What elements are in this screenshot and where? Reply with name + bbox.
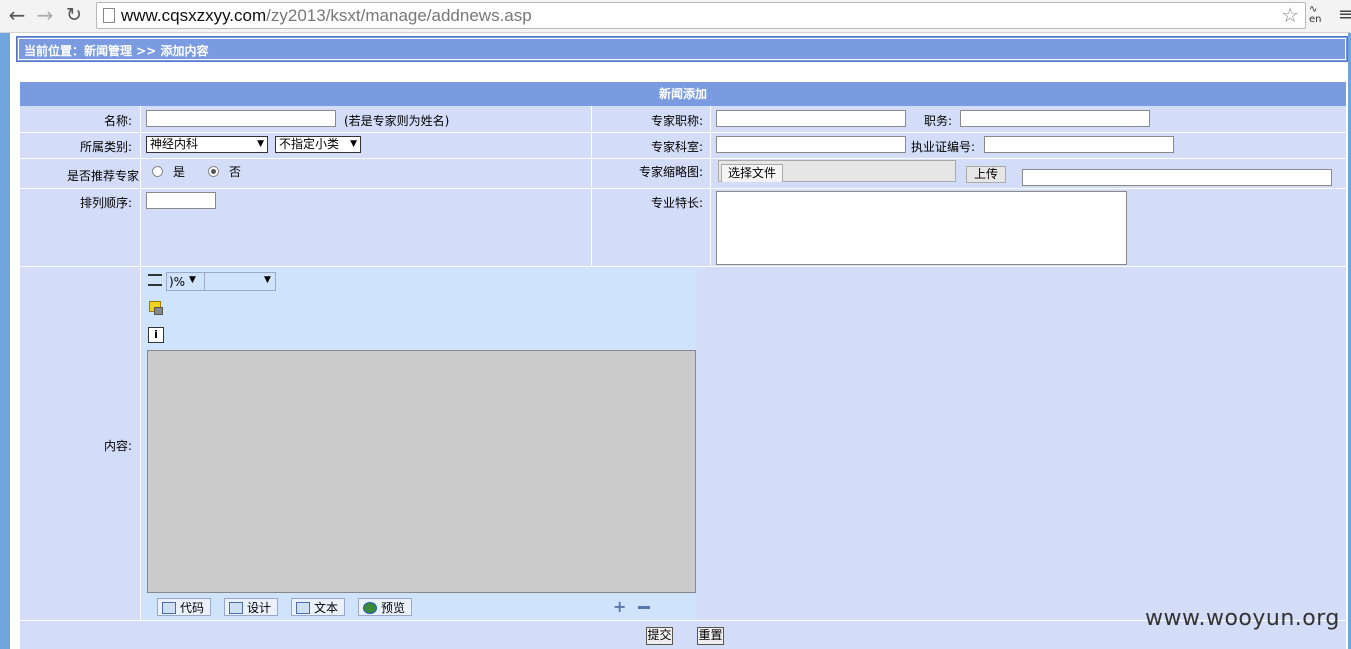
name-input[interactable] — [146, 110, 336, 127]
breadcrumb-text: 当前位置：新闻管理 >> 添加内容 — [24, 44, 209, 58]
tab-code-label: 代码 — [180, 601, 205, 615]
expert-dept-label: 专家科室: — [650, 140, 703, 154]
duty-label: 职务: — [924, 114, 953, 128]
left-frame-bar — [0, 33, 10, 649]
watermark: www.wooyun.org — [1145, 606, 1340, 631]
recommend-no-radio[interactable] — [208, 166, 219, 177]
row-divider — [20, 132, 1346, 133]
page-icon — [103, 8, 115, 23]
info-icon[interactable]: i — [148, 327, 164, 343]
breadcrumb: 当前位置：新闻管理 >> 添加内容 — [16, 36, 1348, 62]
file-input[interactable]: 选择文件 — [718, 160, 956, 182]
divider — [204, 273, 205, 290]
extension-icon[interactable]: ∿ en — [1309, 5, 1322, 25]
text-icon — [296, 602, 310, 614]
col-divider — [140, 106, 141, 620]
recommend-yes-radio[interactable] — [152, 166, 163, 177]
tab-preview[interactable]: 预览 — [358, 598, 413, 616]
license-input[interactable] — [984, 136, 1174, 153]
thumbnail-path-input[interactable] — [1022, 169, 1332, 186]
news-add-form: 新闻添加 名称: (若是专家则为姓名) 专家职称: 职务: 所属类别: 神经内科… — [20, 82, 1346, 649]
sort-order-input[interactable] — [146, 192, 216, 209]
content-label: 内容: — [103, 439, 132, 453]
tab-text-label: 文本 — [314, 601, 339, 615]
form-header: 新闻添加 — [20, 82, 1346, 106]
zoom-select[interactable]: )% ▼ ▼ — [166, 272, 276, 291]
rich-text-editor: )% ▼ ▼ i 代码 设计 文本 预览 + — [142, 268, 696, 620]
menu-icon[interactable]: ≡ — [1338, 6, 1351, 24]
expert-title-input[interactable] — [716, 110, 906, 127]
design-icon — [229, 602, 243, 614]
tab-preview-label: 预览 — [381, 601, 406, 615]
choose-file-button[interactable]: 选择文件 — [721, 164, 784, 182]
duty-input[interactable] — [960, 110, 1150, 127]
category-select[interactable]: 神经内科 ▼ — [146, 136, 268, 153]
address-bar[interactable]: www.cqsxzxyy.com/zy2013/ksxt/manage/addn… — [96, 2, 1306, 29]
category-value: 神经内科 — [150, 137, 199, 151]
editor-mode-bar: 代码 设计 文本 预览 + — [142, 593, 696, 620]
url-text: www.cqsxzxyy.com/zy2013/ksxt/manage/addn… — [121, 6, 532, 25]
chevron-down-icon: ▼ — [189, 275, 196, 285]
name-label: 名称: — [103, 114, 132, 128]
subcategory-select[interactable]: 不指定小类 ▼ — [275, 136, 361, 153]
recommend-yes-label: 是 — [173, 165, 186, 179]
col-divider — [591, 106, 592, 266]
row-divider — [20, 188, 1346, 189]
name-hint: (若是专家则为姓名) — [344, 114, 450, 128]
forward-icon[interactable]: → — [34, 4, 56, 26]
chevron-down-icon: ▼ — [350, 139, 357, 149]
minus-icon[interactable] — [638, 606, 650, 609]
bookmark-star-icon[interactable]: ☆ — [1281, 3, 1299, 27]
specialty-label: 专业特长: — [650, 196, 703, 210]
recommend-no-label: 否 — [229, 165, 242, 179]
submit-button[interactable]: 提交 — [646, 627, 673, 645]
col-divider — [710, 106, 711, 266]
reload-icon[interactable]: ↻ — [63, 4, 85, 26]
code-icon — [162, 602, 176, 614]
expert-title-label: 专家职称: — [650, 114, 703, 128]
back-icon[interactable]: ← — [6, 4, 28, 26]
license-label: 执业证编号: — [911, 140, 976, 154]
sort-order-label: 排列顺序: — [79, 196, 132, 210]
subcategory-value: 不指定小类 — [279, 137, 340, 151]
highlight-icon-shadow — [154, 307, 163, 315]
tab-design-label: 设计 — [247, 601, 272, 615]
chevron-down-icon: ▼ — [264, 275, 271, 285]
thumbnail-label: 专家缩略图: — [638, 165, 703, 179]
row-divider — [20, 158, 1346, 159]
tab-code[interactable]: 代码 — [157, 598, 212, 616]
globe-icon — [363, 602, 377, 614]
list-icon[interactable] — [148, 274, 162, 286]
recommend-label: 是否推荐专家 — [66, 169, 139, 183]
plus-icon[interactable]: + — [613, 599, 626, 615]
category-label: 所属类别: — [79, 140, 132, 154]
upload-button[interactable]: 上传 — [966, 166, 1006, 183]
tab-text[interactable]: 文本 — [291, 598, 346, 616]
zoom-value: )% — [169, 275, 186, 289]
expert-dept-input[interactable] — [716, 136, 906, 153]
row-divider — [20, 266, 1346, 267]
reset-button[interactable]: 重置 — [697, 627, 724, 645]
editor-content-area[interactable] — [147, 350, 696, 593]
chevron-down-icon: ▼ — [257, 139, 264, 149]
specialty-textarea[interactable] — [716, 191, 1127, 265]
tab-design[interactable]: 设计 — [224, 598, 279, 616]
browser-toolbar: ← → ↻ www.cqsxzxyy.com/zy2013/ksxt/manag… — [0, 0, 1351, 33]
